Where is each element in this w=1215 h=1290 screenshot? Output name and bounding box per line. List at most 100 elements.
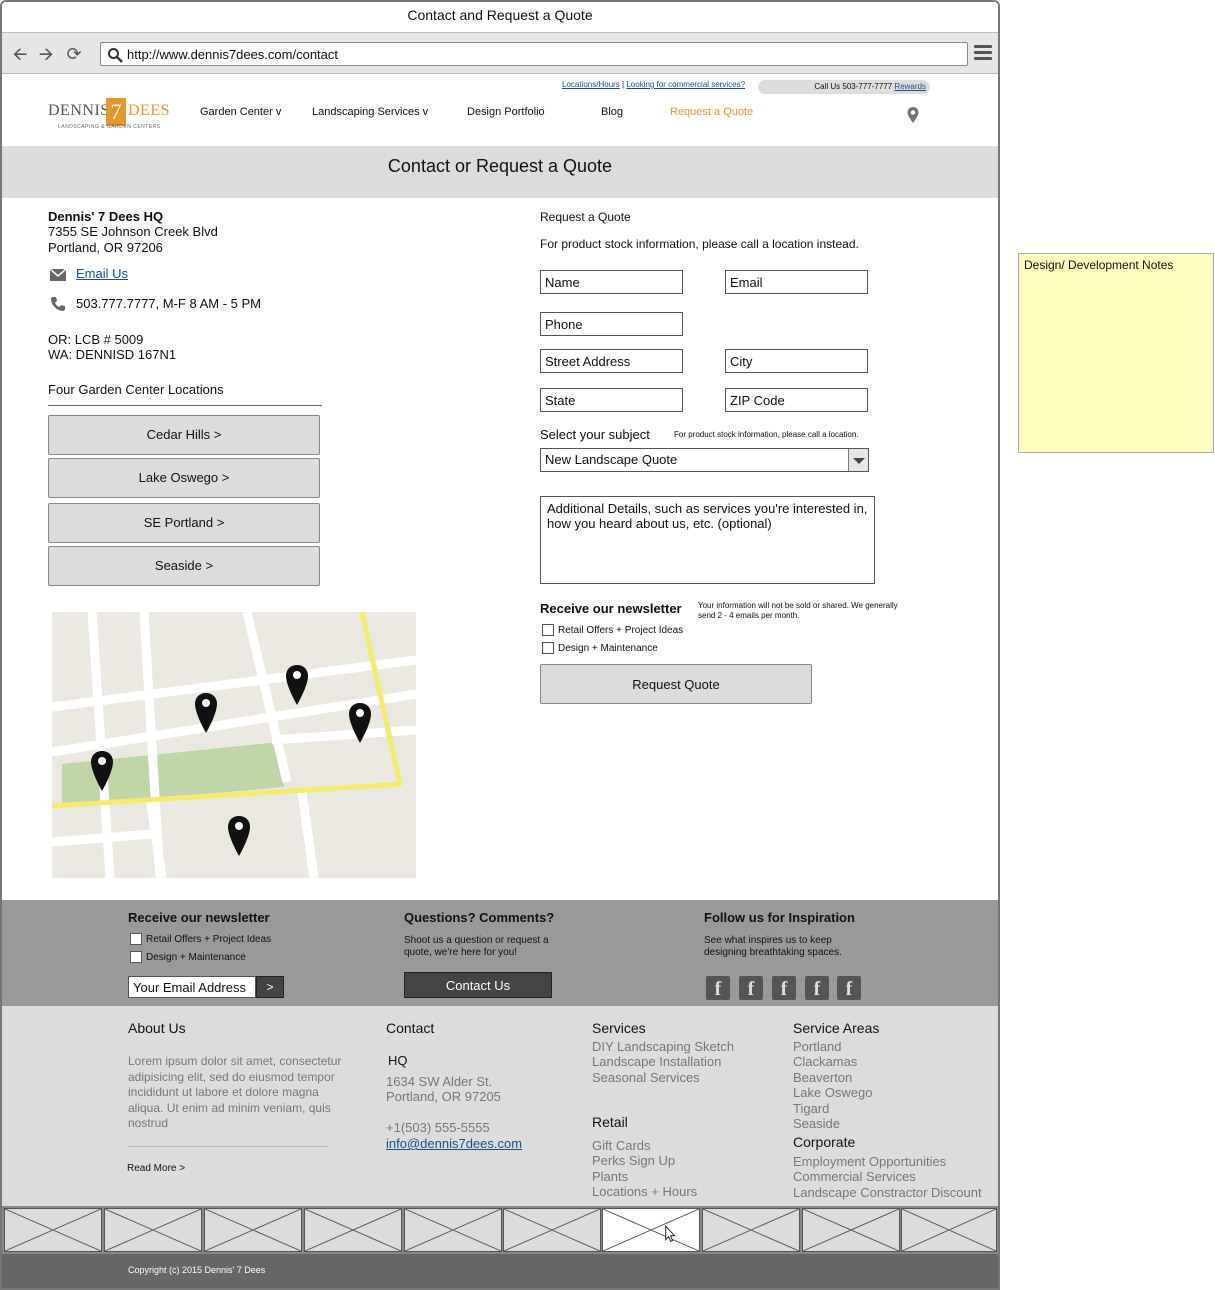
location-se-portland-button[interactable]: SE Portland > xyxy=(48,503,320,543)
map-pin-icon[interactable] xyxy=(285,664,309,706)
corporate-link[interactable]: Employment Opportunities xyxy=(793,1154,946,1170)
footer-design-maintenance-option[interactable]: Design + Maintenance xyxy=(130,951,246,963)
corporate-heading: Corporate xyxy=(793,1134,856,1150)
contact-email-link[interactable]: info@dennis7dees.com xyxy=(386,1136,522,1151)
forward-arrow-icon[interactable]: 🡪 xyxy=(36,45,56,63)
retail-link[interactable]: Plants xyxy=(592,1169,628,1185)
service-areas-heading: Service Areas xyxy=(793,1020,880,1036)
site-logo[interactable]: DENNIS' 7 DEES LANDSCAPING & GARDEN CENT… xyxy=(48,98,170,132)
map-pin-icon[interactable] xyxy=(194,692,218,734)
image-placeholder-icon[interactable] xyxy=(901,1208,997,1252)
form-heading: Request a Quote xyxy=(540,210,631,224)
additional-details-textarea[interactable] xyxy=(540,496,875,584)
rewards-link[interactable]: Rewards xyxy=(894,82,926,91)
about-divider xyxy=(128,1146,328,1147)
service-area-link[interactable]: Beaverton xyxy=(793,1070,852,1086)
footer-email-input[interactable] xyxy=(128,976,256,998)
map-pin-icon[interactable] xyxy=(227,815,251,857)
back-arrow-icon[interactable]: 🡨 xyxy=(10,45,30,63)
nav-request-quote[interactable]: Request a Quote xyxy=(670,106,753,118)
image-placeholder-icon[interactable] xyxy=(204,1208,302,1252)
image-placeholder-icon[interactable] xyxy=(404,1208,502,1252)
facebook-icon[interactable]: f xyxy=(805,976,829,1000)
city-field[interactable] xyxy=(725,349,868,373)
form-note: For product stock information, please ca… xyxy=(540,237,859,251)
image-placeholder-icon[interactable] xyxy=(802,1208,900,1252)
contact-us-button[interactable]: Contact Us xyxy=(404,972,552,998)
image-placeholder-icon[interactable] xyxy=(503,1208,601,1252)
services-link[interactable]: DIY Landscaping Sketch xyxy=(592,1039,734,1055)
location-cedar-hills-button[interactable]: Cedar Hills > xyxy=(48,415,320,455)
location-lake-oswego-button[interactable]: Lake Oswego > xyxy=(48,458,320,498)
services-heading: Services xyxy=(592,1020,646,1036)
subject-select[interactable]: New Landscape Quote xyxy=(540,448,869,472)
name-field[interactable] xyxy=(540,270,683,294)
retail-link[interactable]: Gift Cards xyxy=(592,1138,651,1154)
corporate-link[interactable]: Landscape Constractor Discount xyxy=(793,1185,982,1201)
questions-heading: Questions? Comments? xyxy=(404,910,555,925)
footer-top: Receive our newsletter Retail Offers + P… xyxy=(2,900,998,1006)
footer-retail-offers-label: Retail Offers + Project Ideas xyxy=(146,933,272,945)
facebook-icon[interactable]: f xyxy=(772,976,796,1000)
design-maintenance-checkbox[interactable] xyxy=(542,642,554,654)
image-thumbnail-strip xyxy=(2,1206,998,1254)
email-field[interactable] xyxy=(725,270,868,294)
address-bar[interactable] xyxy=(100,42,968,66)
url-input[interactable] xyxy=(127,45,957,63)
zip-code-field[interactable] xyxy=(725,388,868,412)
reload-icon[interactable]: ⟳ xyxy=(64,45,84,63)
footer-retail-offers-option[interactable]: Retail Offers + Project Ideas xyxy=(130,933,271,945)
facebook-icon[interactable]: f xyxy=(739,976,763,1000)
design-maintenance-option[interactable]: Design + Maintenance xyxy=(542,642,658,654)
phone-icon xyxy=(51,297,65,311)
service-area-link[interactable]: Clackamas xyxy=(793,1054,857,1070)
hamburger-menu-icon[interactable] xyxy=(974,45,992,61)
image-placeholder-icon[interactable] xyxy=(702,1208,800,1252)
nav-design-portfolio[interactable]: Design Portfolio xyxy=(467,106,545,118)
service-area-link[interactable]: Seaside xyxy=(793,1116,840,1132)
corporate-link[interactable]: Commercial Services xyxy=(793,1169,916,1185)
site-header: Locations/Hours | Looking for commercial… xyxy=(2,74,998,146)
locations-map[interactable] xyxy=(52,612,416,878)
dropdown-arrow-icon[interactable] xyxy=(848,449,868,471)
location-pin-icon[interactable] xyxy=(906,106,920,124)
service-area-link[interactable]: Lake Oswego xyxy=(793,1085,873,1101)
services-link[interactable]: Seasonal Services xyxy=(592,1070,700,1086)
email-us-link[interactable]: Email Us xyxy=(76,266,128,281)
license-wa: WA: DENNISD 167N1 xyxy=(48,347,177,362)
newsletter-submit-button[interactable]: > xyxy=(256,976,284,998)
map-pin-icon[interactable] xyxy=(90,750,114,792)
commercial-services-link[interactable]: Looking for commercial services? xyxy=(626,80,745,89)
request-quote-button[interactable]: Request Quote xyxy=(540,664,812,704)
footer-design-maintenance-checkbox[interactable] xyxy=(130,951,142,963)
retail-offers-checkbox[interactable] xyxy=(542,624,554,636)
window-title: Contact and Request a Quote xyxy=(2,2,998,32)
nav-garden-center[interactable]: Garden Center v xyxy=(200,106,281,118)
retail-link[interactable]: Locations + Hours xyxy=(592,1184,697,1200)
read-more-link[interactable]: Read More > xyxy=(127,1163,185,1174)
nav-landscaping-services[interactable]: Landscaping Services v xyxy=(312,106,428,118)
image-placeholder-icon[interactable] xyxy=(104,1208,202,1252)
service-area-link[interactable]: Portland xyxy=(793,1039,841,1055)
location-seaside-button[interactable]: Seaside > xyxy=(48,546,320,586)
nav-blog[interactable]: Blog xyxy=(601,106,623,118)
retail-offers-option[interactable]: Retail Offers + Project Ideas xyxy=(542,624,683,636)
map-pin-icon[interactable] xyxy=(348,702,372,744)
locations-hours-link[interactable]: Locations/Hours xyxy=(562,80,620,89)
street-address-field[interactable] xyxy=(540,349,683,373)
facebook-icon[interactable]: f xyxy=(706,976,730,1000)
retail-link[interactable]: Perks Sign Up xyxy=(592,1153,675,1169)
envelope-icon xyxy=(50,269,66,281)
services-link[interactable]: Landscape Installation xyxy=(592,1054,721,1070)
newsletter-heading: Receive our newsletter xyxy=(540,601,682,616)
phone-field[interactable] xyxy=(540,312,683,336)
facebook-icon[interactable]: f xyxy=(837,976,861,1000)
state-field[interactable] xyxy=(540,388,683,412)
footer-retail-offers-checkbox[interactable] xyxy=(130,933,142,945)
image-placeholder-icon[interactable] xyxy=(304,1208,402,1252)
service-area-link[interactable]: Tigard xyxy=(793,1101,829,1117)
footer-links: About Us Lorem ipsum dolor sit amet, con… xyxy=(2,1006,998,1206)
image-placeholder-icon[interactable] xyxy=(4,1208,102,1252)
design-maintenance-label: Design + Maintenance xyxy=(558,642,658,654)
image-placeholder-icon[interactable] xyxy=(602,1208,700,1252)
